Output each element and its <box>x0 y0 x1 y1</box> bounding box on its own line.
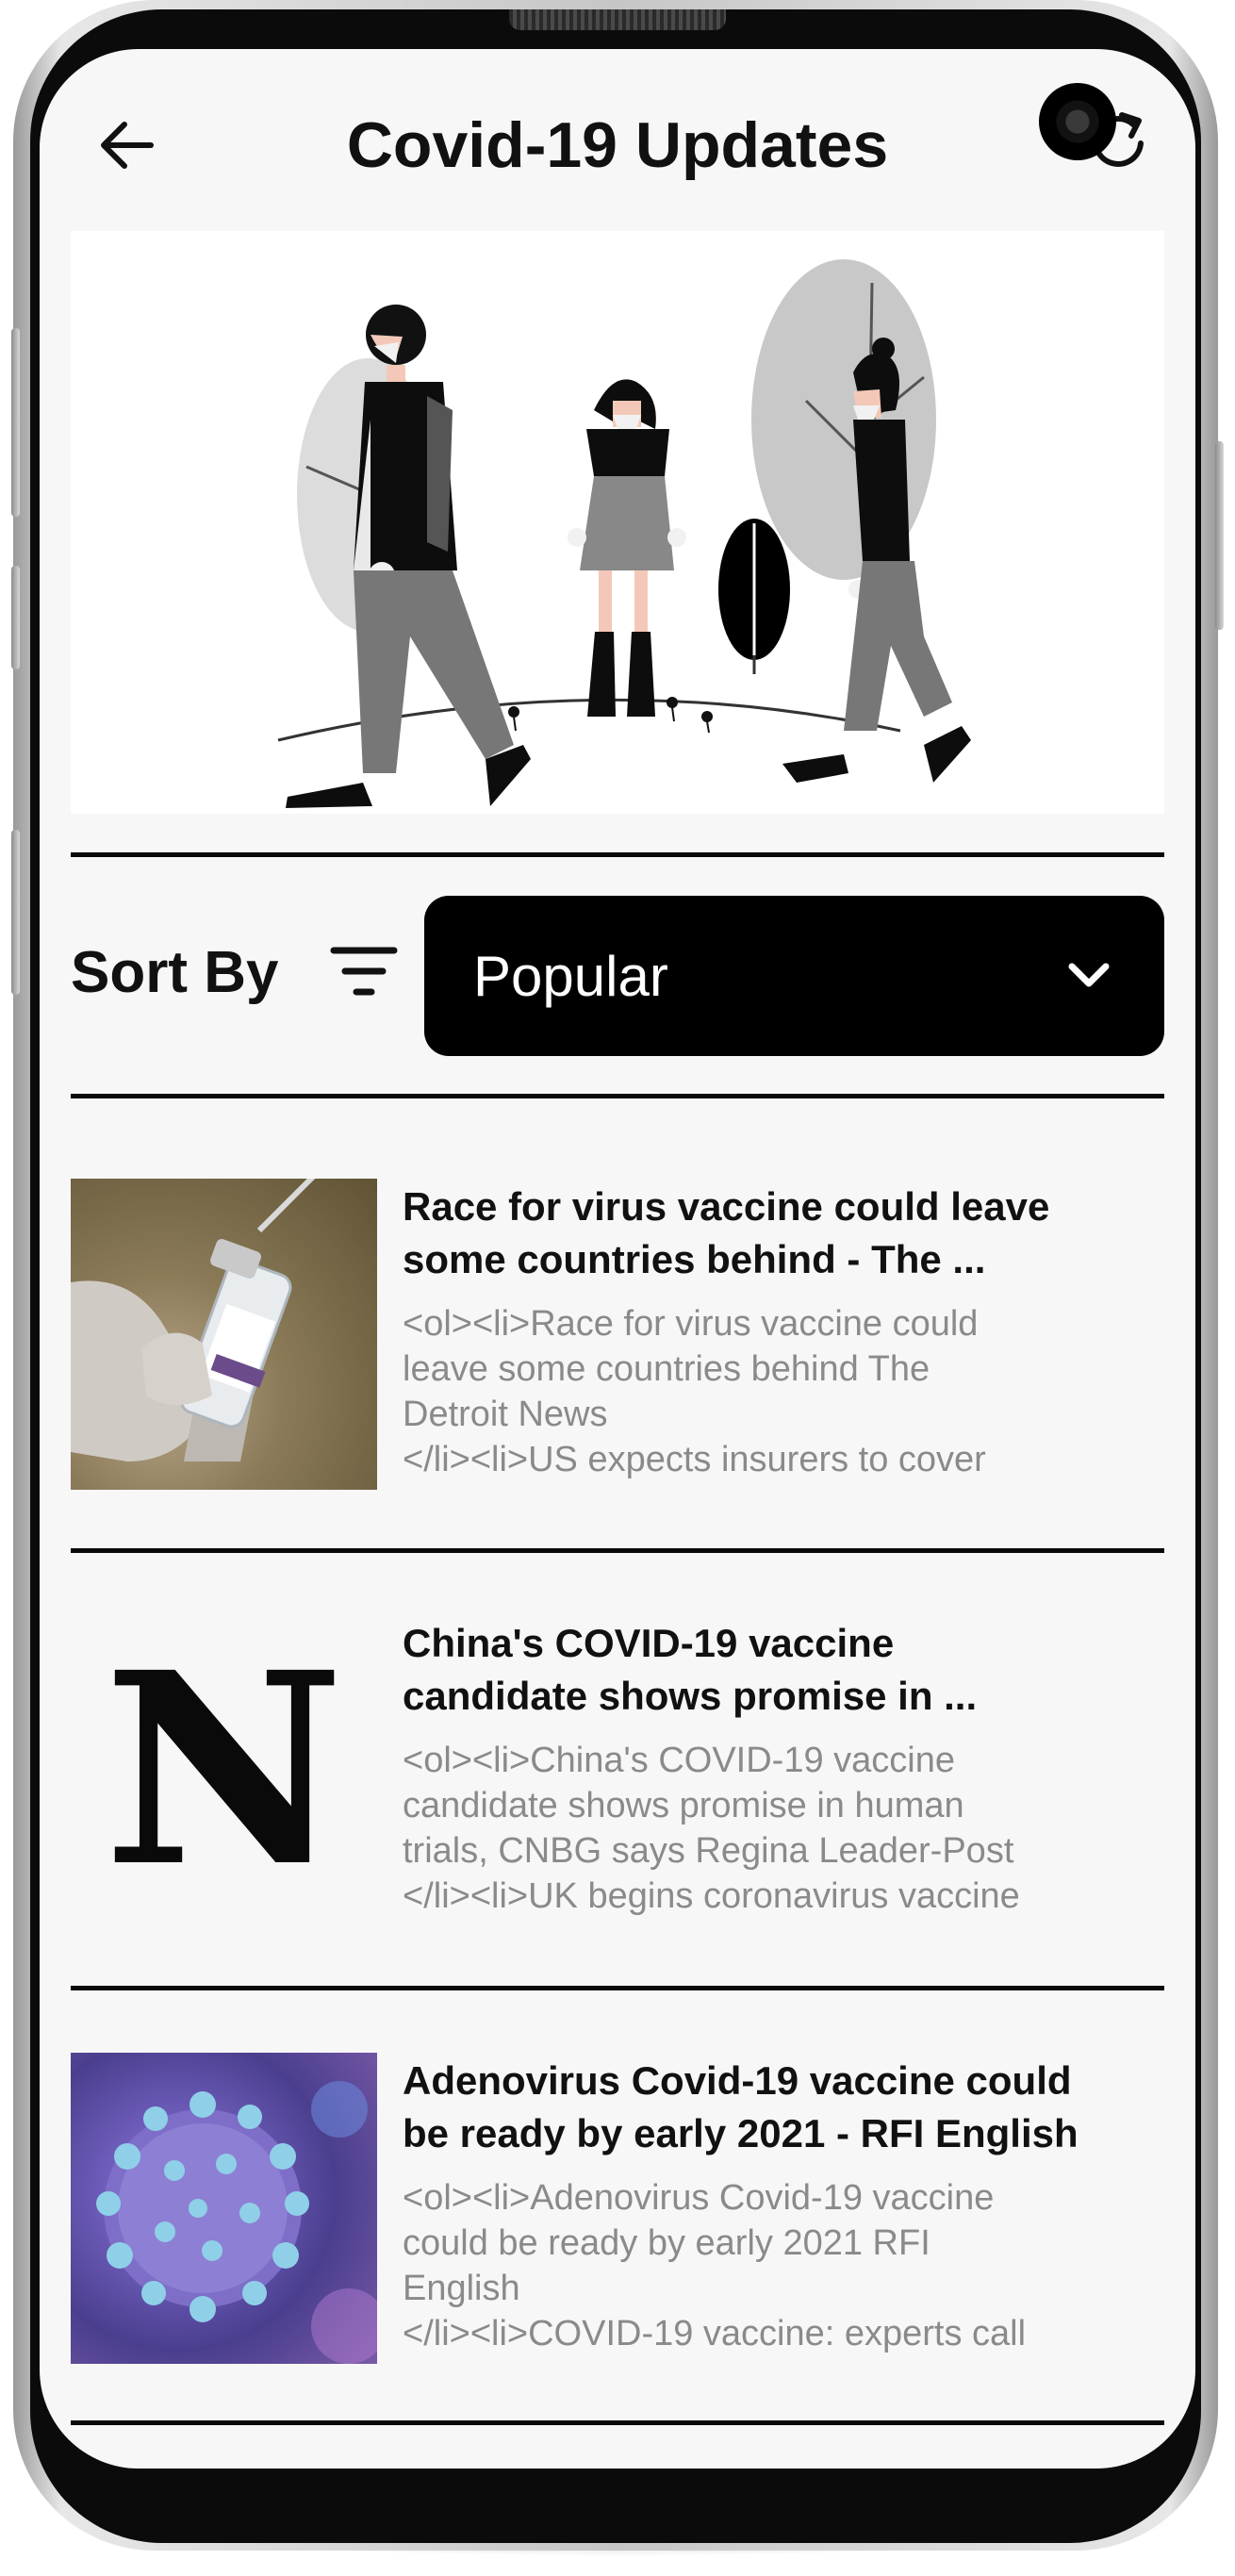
filter-icon[interactable] <box>330 943 398 999</box>
vaccine-vial-photo <box>71 1179 316 1461</box>
people-walking-with-masks-illustration <box>277 259 971 808</box>
article-title: Adenovirus Covid-19 vaccine could be rea… <box>403 2058 1079 2155</box>
front-camera <box>1039 83 1116 160</box>
volume-button <box>11 566 20 669</box>
article-title: China's COVID-19 vaccine candidate shows… <box>403 1621 978 1718</box>
back-button[interactable] <box>89 107 164 183</box>
article-thumbnail <box>71 2053 377 2364</box>
article-description: <ol><li>Race for virus vaccine could lea… <box>403 1304 986 1479</box>
divider <box>71 1548 1164 1553</box>
article-description: <ol><li>China's COVID-19 vaccine candida… <box>403 1741 1020 1916</box>
divider <box>71 1986 1164 1990</box>
news-list-item[interactable]: Adenovirus Covid-19 vaccine could be rea… <box>71 2053 1164 2364</box>
bixby-button <box>11 830 20 995</box>
article-title: Race for virus vaccine could leave some … <box>403 1184 1050 1281</box>
divider <box>71 1094 1164 1098</box>
page-title: Covid-19 Updates <box>346 109 889 181</box>
virus-illustration <box>96 2081 377 2364</box>
earpiece-speaker <box>509 9 726 30</box>
sort-dropdown-value: Popular <box>473 944 668 1008</box>
news-list-item[interactable]: Race for virus vaccine could leave some … <box>71 1179 1164 1490</box>
news-list-item[interactable]: N China's COVID-19 vaccine candidate sho… <box>71 1615 1164 1926</box>
publisher-logo-n: N <box>103 1615 345 1925</box>
sort-by-label: Sort By <box>71 940 279 1005</box>
article-thumbnail: N <box>71 1615 377 1926</box>
article-thumbnail <box>71 1179 377 1490</box>
hero-illustration <box>71 231 1164 814</box>
sort-dropdown[interactable]: Popular <box>424 896 1164 1056</box>
chevron-down-icon <box>1068 963 1110 987</box>
divider <box>71 852 1164 857</box>
app-screen: Covid-19 Updates Sort By Popular Race fo… <box>40 49 1195 2469</box>
power-button <box>1215 441 1224 630</box>
volume-button <box>11 328 20 517</box>
arrow-left-icon <box>101 122 154 169</box>
divider <box>71 2420 1164 2425</box>
article-description: <ol><li>Adenovirus Covid-19 vaccine coul… <box>403 2178 1027 2353</box>
